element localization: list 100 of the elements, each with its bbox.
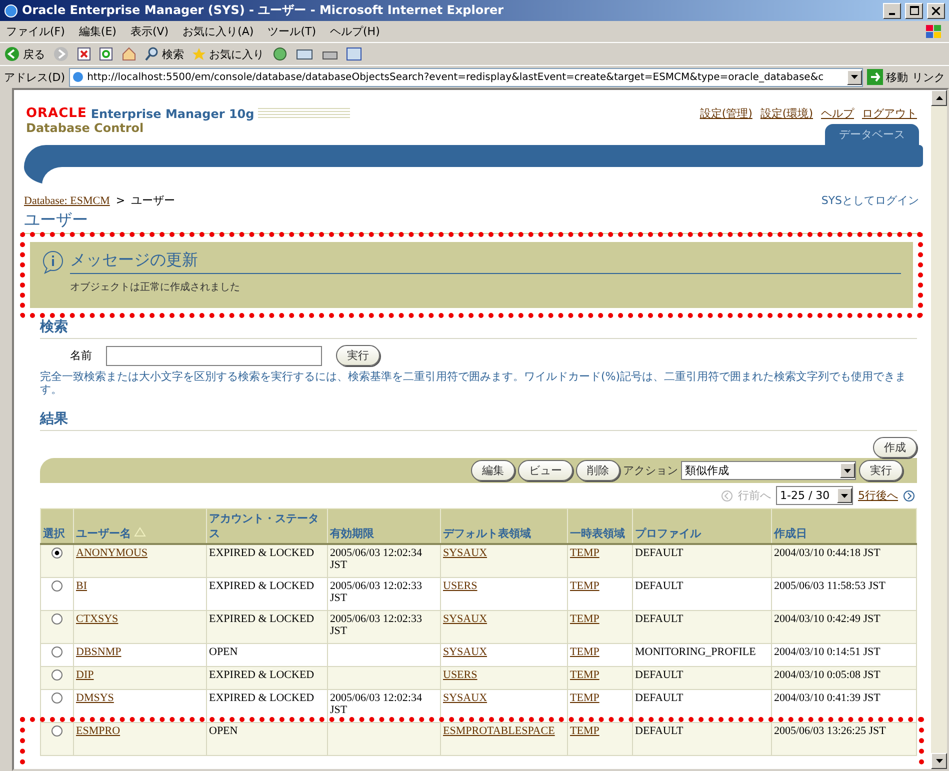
- next-link[interactable]: 5行後へ: [858, 488, 898, 503]
- menu-item[interactable]: ファイル(F): [6, 24, 65, 39]
- radio-button[interactable]: [51, 669, 63, 681]
- next-icon[interactable]: [903, 490, 915, 502]
- user-name-link[interactable]: DIP: [76, 669, 94, 681]
- tablespace-link[interactable]: SYSAUX: [443, 646, 488, 658]
- profile-cell: DEFAULT: [635, 692, 684, 704]
- column-header[interactable]: アカウント・ステータス: [206, 508, 328, 544]
- status-cell: EXPIRED & LOCKED: [209, 692, 314, 704]
- profile-cell: DEFAULT: [635, 613, 684, 625]
- profile-cell: DEFAULT: [635, 547, 684, 559]
- breadcrumb-link[interactable]: Database: ESMCM: [24, 194, 110, 206]
- profile-cell: DEFAULT: [635, 580, 684, 592]
- action-label: アクション: [623, 463, 678, 478]
- column-header[interactable]: 作成日: [772, 508, 916, 544]
- search-go-button[interactable]: 実行: [336, 345, 380, 366]
- links-button[interactable]: リンク: [912, 70, 945, 84]
- created-date-cell: 2004/03/10 0:44:18 JST: [774, 547, 880, 559]
- header-link[interactable]: ログアウト: [862, 106, 917, 121]
- database-tab[interactable]: データベース: [825, 124, 919, 145]
- user-name-link[interactable]: BI: [76, 580, 87, 592]
- radio-button[interactable]: [51, 613, 63, 625]
- status-cell: EXPIRED & LOCKED: [209, 669, 314, 681]
- temp-tablespace-link[interactable]: TEMP: [570, 725, 600, 737]
- name-field[interactable]: [106, 346, 322, 366]
- header-link[interactable]: 設定(管理): [700, 106, 752, 121]
- radio-button[interactable]: [51, 547, 63, 559]
- back-button[interactable]: 戻る: [4, 46, 45, 62]
- header-link[interactable]: ヘルプ: [821, 106, 854, 121]
- info-icon: [42, 250, 64, 274]
- stop-icon[interactable]: [77, 47, 91, 61]
- user-name-link[interactable]: ESMPRO: [76, 725, 120, 737]
- results-heading: 結果: [40, 410, 917, 431]
- tablespace-link[interactable]: USERS: [443, 669, 478, 681]
- search-button[interactable]: 検索: [145, 46, 184, 62]
- refresh-icon[interactable]: [99, 47, 113, 61]
- user-name-link[interactable]: CTXSYS: [76, 613, 118, 625]
- profile-cell: MONITORING_PROFILE: [635, 646, 756, 658]
- column-header[interactable]: 一時表領域: [568, 508, 632, 544]
- action-button[interactable]: 削除: [576, 460, 620, 481]
- temp-tablespace-link[interactable]: TEMP: [570, 580, 600, 592]
- menu-item[interactable]: 編集(E): [78, 24, 116, 39]
- radio-button[interactable]: [51, 646, 63, 658]
- column-header[interactable]: 選択: [40, 508, 74, 544]
- action-go-button[interactable]: 実行: [859, 460, 903, 481]
- tablespace-link[interactable]: USERS: [443, 580, 478, 592]
- column-header[interactable]: デフォルト表領域: [440, 508, 568, 544]
- address-label: アドレス(D): [4, 70, 66, 84]
- arrow-icon: [867, 69, 883, 85]
- message-title: メッセージの更新: [70, 250, 901, 274]
- close-button[interactable]: [927, 2, 945, 18]
- radio-button[interactable]: [51, 692, 63, 704]
- radio-button[interactable]: [51, 580, 63, 592]
- expiry-cell: 2005/06/03 12:02:33 JST: [330, 613, 422, 637]
- maximize-button[interactable]: [905, 2, 923, 18]
- caret-icon[interactable]: [851, 75, 858, 79]
- star-icon: [192, 47, 206, 61]
- search-heading: 検索: [40, 318, 917, 339]
- address-field[interactable]: http://localhost:5500/em/console/database/databaseObjectsSearch?event=redisplay&lastEvent=create&target=ESMCM&type=oracle_database&c: [69, 68, 863, 86]
- column-header[interactable]: ユーザー名: [74, 508, 206, 544]
- action-select[interactable]: 類似作成: [681, 461, 856, 480]
- menu-item[interactable]: ヘルプ(H): [330, 24, 380, 39]
- menu-item[interactable]: 表示(V): [130, 24, 169, 39]
- scroll-up-icon[interactable]: [936, 96, 942, 100]
- home-icon[interactable]: [121, 47, 137, 61]
- column-header[interactable]: プロファイル: [632, 508, 772, 544]
- caret-icon[interactable]: [841, 494, 848, 498]
- menu-item[interactable]: ツール(T): [268, 24, 316, 39]
- favorites-button[interactable]: お気に入り: [192, 46, 264, 62]
- status-cell: EXPIRED & LOCKED: [209, 613, 314, 625]
- user-name-link[interactable]: DMSYS: [76, 692, 114, 704]
- user-name-link[interactable]: DBSNMP: [76, 646, 122, 658]
- search-icon: [145, 47, 159, 61]
- radio-button[interactable]: [51, 725, 63, 737]
- expiry-cell: 2005/06/03 12:02:34 JST: [330, 692, 422, 716]
- expiry-cell: 2005/06/03 12:02:34 JST: [330, 547, 422, 571]
- scroll-down-icon[interactable]: [936, 759, 942, 763]
- windows-logo-icon: [925, 24, 943, 40]
- tablespace-link[interactable]: SYSAUX: [443, 613, 488, 625]
- page-range-select[interactable]: 1-25 / 30: [776, 486, 853, 505]
- action-button[interactable]: ビュー: [518, 460, 573, 481]
- temp-tablespace-link[interactable]: TEMP: [570, 613, 600, 625]
- minimize-button[interactable]: [883, 2, 901, 18]
- status-cell: EXPIRED & LOCKED: [209, 547, 314, 559]
- temp-tablespace-link[interactable]: TEMP: [570, 692, 600, 704]
- temp-tablespace-link[interactable]: TEMP: [570, 547, 600, 559]
- product-name: Enterprise Manager 10g: [90, 106, 254, 120]
- tablespace-link[interactable]: SYSAUX: [443, 547, 488, 559]
- header-link[interactable]: 設定(環境): [760, 106, 813, 121]
- scrollbar[interactable]: [931, 90, 947, 769]
- message-text: オブジェクトは正常に作成されました: [70, 280, 241, 294]
- menu-item[interactable]: お気に入り(A): [182, 24, 254, 39]
- create-button[interactable]: 作成: [873, 437, 917, 458]
- user-name-link[interactable]: ANONYMOUS: [76, 547, 148, 559]
- action-button[interactable]: 編集: [471, 460, 515, 481]
- column-header[interactable]: 有効期限: [328, 508, 440, 544]
- caret-icon[interactable]: [844, 468, 851, 472]
- go-button[interactable]: 移動: [867, 69, 908, 85]
- tablespace-link[interactable]: SYSAUX: [443, 692, 488, 704]
- close-icon: [932, 6, 940, 14]
